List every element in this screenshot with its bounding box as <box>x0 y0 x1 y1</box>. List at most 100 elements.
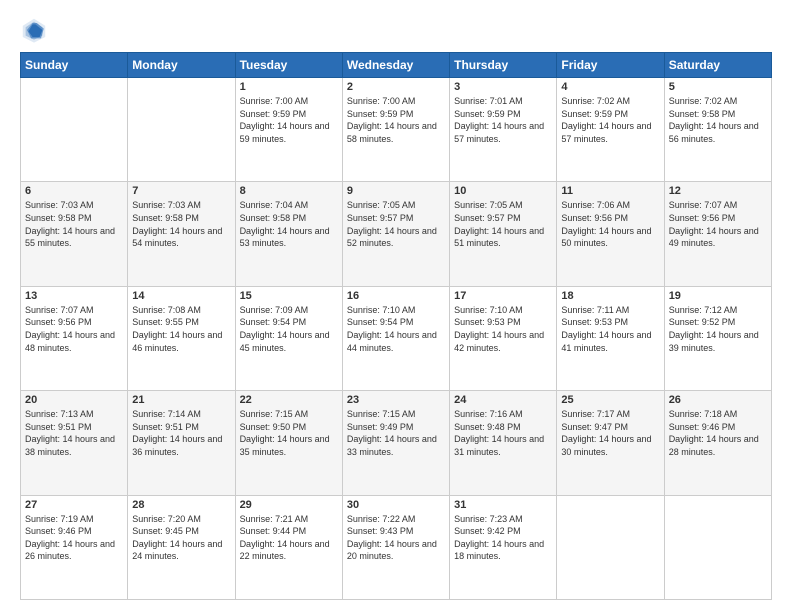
calendar-cell: 5 Sunrise: 7:02 AM Sunset: 9:58 PM Daylig… <box>664 78 771 182</box>
day-info: Sunrise: 7:03 AM Sunset: 9:58 PM Dayligh… <box>25 199 123 249</box>
day-number: 10 <box>454 185 552 197</box>
day-info: Sunrise: 7:08 AM Sunset: 9:55 PM Dayligh… <box>132 304 230 354</box>
calendar-cell <box>664 495 771 599</box>
day-number: 4 <box>561 81 659 93</box>
calendar-cell: 17Sunrise: 7:10 AM Sunset: 9:53 PM Dayli… <box>450 286 557 390</box>
weekday-header-row: SundayMondayTuesdayWednesdayThursdayFrid… <box>21 53 772 78</box>
header <box>20 16 772 44</box>
calendar-cell: 8 Sunrise: 7:04 AM Sunset: 9:58 PM Daylig… <box>235 182 342 286</box>
day-number: 24 <box>454 394 552 406</box>
calendar-cell: 6 Sunrise: 7:03 AM Sunset: 9:58 PM Daylig… <box>21 182 128 286</box>
day-number: 7 <box>132 185 230 197</box>
day-info: Sunrise: 7:03 AM Sunset: 9:58 PM Dayligh… <box>132 199 230 249</box>
day-info: Sunrise: 7:09 AM Sunset: 9:54 PM Dayligh… <box>240 304 338 354</box>
day-info: Sunrise: 7:14 AM Sunset: 9:51 PM Dayligh… <box>132 408 230 458</box>
calendar-cell: 29 Sunrise: 7:21 AM Sunset: 9:44 PM Dayli… <box>235 495 342 599</box>
week-row-3: 13 Sunrise: 7:07 AM Sunset: 9:56 PM Dayli… <box>21 286 772 390</box>
day-number: 30 <box>347 499 445 511</box>
day-number: 8 <box>240 185 338 197</box>
day-info: Sunrise: 7:00 AM Sunset: 9:59 PM Dayligh… <box>347 95 445 145</box>
week-row-4: 20 Sunrise: 7:13 AM Sunset: 9:51 PM Dayli… <box>21 391 772 495</box>
day-number: 27 <box>25 499 123 511</box>
day-info: Sunrise: 7:10 AM Sunset: 9:54 PM Dayligh… <box>347 304 445 354</box>
weekday-header-tuesday: Tuesday <box>235 53 342 78</box>
day-info: Sunrise: 7:07 AM Sunset: 9:56 PM Dayligh… <box>669 199 767 249</box>
day-info: Sunrise: 7:00 AM Sunset: 9:59 PM Dayligh… <box>240 95 338 145</box>
day-info: Sunrise: 7:20 AM Sunset: 9:45 PM Dayligh… <box>132 513 230 563</box>
day-number: 23 <box>347 394 445 406</box>
day-info: Sunrise: 7:02 AM Sunset: 9:59 PM Dayligh… <box>561 95 659 145</box>
calendar-cell: 4 Sunrise: 7:02 AM Sunset: 9:59 PM Daylig… <box>557 78 664 182</box>
day-info: Sunrise: 7:04 AM Sunset: 9:58 PM Dayligh… <box>240 199 338 249</box>
day-info: Sunrise: 7:01 AM Sunset: 9:59 PM Dayligh… <box>454 95 552 145</box>
day-info: Sunrise: 7:15 AM Sunset: 9:50 PM Dayligh… <box>240 408 338 458</box>
day-number: 20 <box>25 394 123 406</box>
week-row-5: 27Sunrise: 7:19 AM Sunset: 9:46 PM Dayli… <box>21 495 772 599</box>
day-number: 21 <box>132 394 230 406</box>
day-number: 14 <box>132 290 230 302</box>
calendar-cell: 26Sunrise: 7:18 AM Sunset: 9:46 PM Dayli… <box>664 391 771 495</box>
calendar-cell: 10 Sunrise: 7:05 AM Sunset: 9:57 PM Dayli… <box>450 182 557 286</box>
day-number: 29 <box>240 499 338 511</box>
day-number: 5 <box>669 81 767 93</box>
calendar-cell: 1Sunrise: 7:00 AM Sunset: 9:59 PM Daylig… <box>235 78 342 182</box>
weekday-header-saturday: Saturday <box>664 53 771 78</box>
day-info: Sunrise: 7:07 AM Sunset: 9:56 PM Dayligh… <box>25 304 123 354</box>
calendar-cell <box>128 78 235 182</box>
day-number: 22 <box>240 394 338 406</box>
day-info: Sunrise: 7:16 AM Sunset: 9:48 PM Dayligh… <box>454 408 552 458</box>
day-info: Sunrise: 7:13 AM Sunset: 9:51 PM Dayligh… <box>25 408 123 458</box>
day-info: Sunrise: 7:05 AM Sunset: 9:57 PM Dayligh… <box>454 199 552 249</box>
calendar-cell: 21 Sunrise: 7:14 AM Sunset: 9:51 PM Dayli… <box>128 391 235 495</box>
day-info: Sunrise: 7:11 AM Sunset: 9:53 PM Dayligh… <box>561 304 659 354</box>
day-info: Sunrise: 7:12 AM Sunset: 9:52 PM Dayligh… <box>669 304 767 354</box>
day-number: 9 <box>347 185 445 197</box>
calendar-cell: 27Sunrise: 7:19 AM Sunset: 9:46 PM Dayli… <box>21 495 128 599</box>
day-info: Sunrise: 7:06 AM Sunset: 9:56 PM Dayligh… <box>561 199 659 249</box>
day-info: Sunrise: 7:21 AM Sunset: 9:44 PM Dayligh… <box>240 513 338 563</box>
week-row-2: 6 Sunrise: 7:03 AM Sunset: 9:58 PM Daylig… <box>21 182 772 286</box>
calendar-cell: 16 Sunrise: 7:10 AM Sunset: 9:54 PM Dayli… <box>342 286 449 390</box>
day-number: 17 <box>454 290 552 302</box>
calendar-cell <box>21 78 128 182</box>
calendar-cell: 28 Sunrise: 7:20 AM Sunset: 9:45 PM Dayli… <box>128 495 235 599</box>
calendar-cell: 31 Sunrise: 7:23 AM Sunset: 9:42 PM Dayli… <box>450 495 557 599</box>
calendar-cell: 15 Sunrise: 7:09 AM Sunset: 9:54 PM Dayli… <box>235 286 342 390</box>
day-number: 18 <box>561 290 659 302</box>
calendar-cell: 23 Sunrise: 7:15 AM Sunset: 9:49 PM Dayli… <box>342 391 449 495</box>
weekday-header-wednesday: Wednesday <box>342 53 449 78</box>
day-number: 13 <box>25 290 123 302</box>
calendar-cell: 24 Sunrise: 7:16 AM Sunset: 9:48 PM Dayli… <box>450 391 557 495</box>
calendar-cell: 22 Sunrise: 7:15 AM Sunset: 9:50 PM Dayli… <box>235 391 342 495</box>
day-info: Sunrise: 7:18 AM Sunset: 9:46 PM Dayligh… <box>669 408 767 458</box>
calendar-cell: 30 Sunrise: 7:22 AM Sunset: 9:43 PM Dayli… <box>342 495 449 599</box>
day-number: 16 <box>347 290 445 302</box>
calendar-cell: 14 Sunrise: 7:08 AM Sunset: 9:55 PM Dayli… <box>128 286 235 390</box>
calendar-cell: 18 Sunrise: 7:11 AM Sunset: 9:53 PM Dayli… <box>557 286 664 390</box>
day-info: Sunrise: 7:22 AM Sunset: 9:43 PM Dayligh… <box>347 513 445 563</box>
day-info: Sunrise: 7:15 AM Sunset: 9:49 PM Dayligh… <box>347 408 445 458</box>
calendar-cell: 12 Sunrise: 7:07 AM Sunset: 9:56 PM Dayli… <box>664 182 771 286</box>
calendar-cell: 3Sunrise: 7:01 AM Sunset: 9:59 PM Daylig… <box>450 78 557 182</box>
page: SundayMondayTuesdayWednesdayThursdayFrid… <box>0 0 792 612</box>
day-number: 31 <box>454 499 552 511</box>
calendar-cell: 7 Sunrise: 7:03 AM Sunset: 9:58 PM Daylig… <box>128 182 235 286</box>
day-number: 2 <box>347 81 445 93</box>
logo <box>20 16 52 44</box>
day-number: 6 <box>25 185 123 197</box>
weekday-header-friday: Friday <box>557 53 664 78</box>
week-row-1: 1Sunrise: 7:00 AM Sunset: 9:59 PM Daylig… <box>21 78 772 182</box>
day-number: 15 <box>240 290 338 302</box>
day-number: 11 <box>561 185 659 197</box>
day-info: Sunrise: 7:23 AM Sunset: 9:42 PM Dayligh… <box>454 513 552 563</box>
calendar-cell <box>557 495 664 599</box>
weekday-header-thursday: Thursday <box>450 53 557 78</box>
day-info: Sunrise: 7:02 AM Sunset: 9:58 PM Dayligh… <box>669 95 767 145</box>
day-number: 25 <box>561 394 659 406</box>
calendar-cell: 11 Sunrise: 7:06 AM Sunset: 9:56 PM Dayli… <box>557 182 664 286</box>
day-number: 12 <box>669 185 767 197</box>
calendar-cell: 20 Sunrise: 7:13 AM Sunset: 9:51 PM Dayli… <box>21 391 128 495</box>
day-info: Sunrise: 7:17 AM Sunset: 9:47 PM Dayligh… <box>561 408 659 458</box>
weekday-header-sunday: Sunday <box>21 53 128 78</box>
day-number: 28 <box>132 499 230 511</box>
